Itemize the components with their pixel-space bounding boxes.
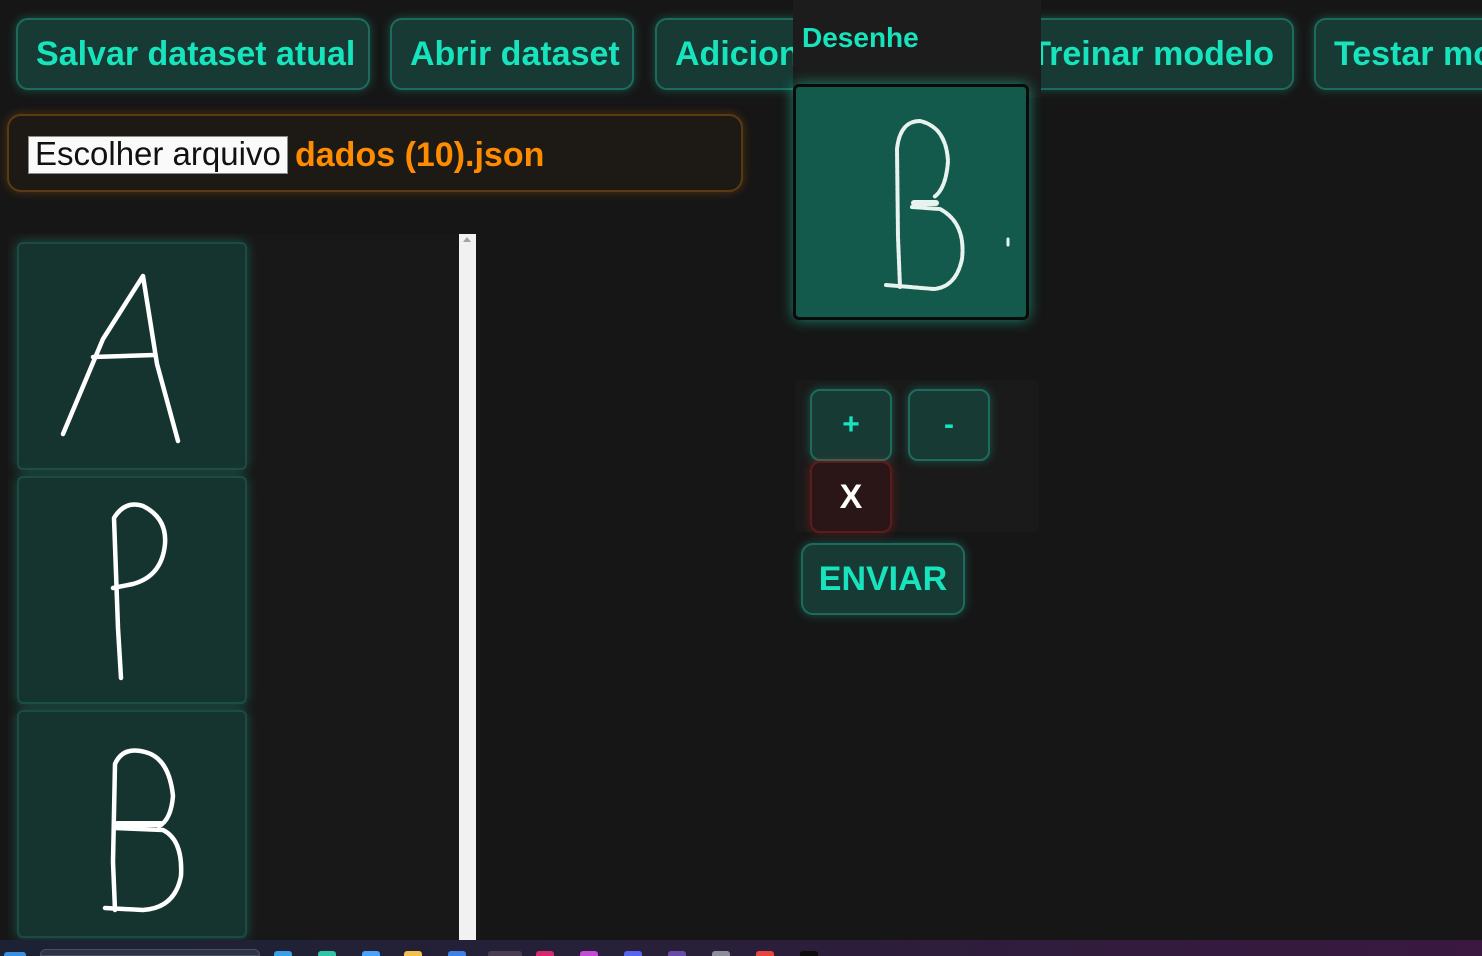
taskbar-app-icon[interactable] [274, 951, 292, 956]
app-window: Salvar dataset atual Abrir dataset Adici… [0, 0, 1482, 956]
taskbar-app-icon[interactable] [362, 951, 380, 956]
drawing-canvas[interactable] [793, 84, 1029, 320]
sample-drawing-p [110, 502, 168, 681]
sample-drawing-b [102, 748, 184, 913]
selected-file-name: dados (10).json [295, 136, 545, 174]
taskbar-app-icon[interactable] [580, 951, 598, 956]
open-dataset-button[interactable]: Abrir dataset [390, 18, 634, 90]
draw-panel-title: Desenhe [802, 22, 919, 53]
taskbar-app-icon[interactable] [448, 951, 466, 956]
send-button[interactable]: ENVIAR [801, 543, 965, 615]
taskbar-app-icon[interactable] [488, 951, 522, 956]
sample-list-scrollbar[interactable] [459, 234, 476, 940]
clear-canvas-button[interactable]: X [810, 461, 892, 533]
decrease-brush-button[interactable]: - [908, 389, 990, 461]
folder-icon[interactable] [404, 951, 422, 956]
save-dataset-button[interactable]: Salvar dataset atual [16, 18, 370, 90]
start-icon[interactable] [4, 952, 26, 956]
sample-card[interactable] [17, 242, 247, 470]
brush-controls-panel: + - X [795, 380, 1039, 533]
sample-card[interactable] [17, 476, 247, 704]
sample-drawing-a [60, 273, 181, 444]
taskbar-app-icon[interactable] [668, 951, 686, 956]
sample-card[interactable] [17, 710, 247, 938]
taskbar-app-icon[interactable] [318, 951, 336, 956]
os-taskbar [0, 940, 1482, 956]
taskbar-app-icon[interactable] [624, 951, 642, 956]
taskbar-app-icon[interactable] [712, 951, 730, 956]
canvas-drawing-b [884, 119, 1010, 291]
taskbar-app-icon[interactable] [536, 951, 554, 956]
scroll-up-arrow-icon[interactable] [463, 237, 471, 242]
sample-list[interactable] [8, 234, 476, 940]
taskbar-app-icon[interactable] [756, 951, 774, 956]
file-input-row: Escolher arquivo dados (10).json [7, 114, 743, 192]
taskbar-app-icon[interactable] [800, 951, 818, 956]
test-model-button[interactable]: Testar modelo [1314, 18, 1482, 90]
taskbar-search-box[interactable] [40, 949, 260, 956]
choose-file-button[interactable]: Escolher arquivo [28, 136, 288, 174]
increase-brush-button[interactable]: + [810, 389, 892, 461]
train-model-button[interactable]: Treinar modelo [1010, 18, 1294, 90]
